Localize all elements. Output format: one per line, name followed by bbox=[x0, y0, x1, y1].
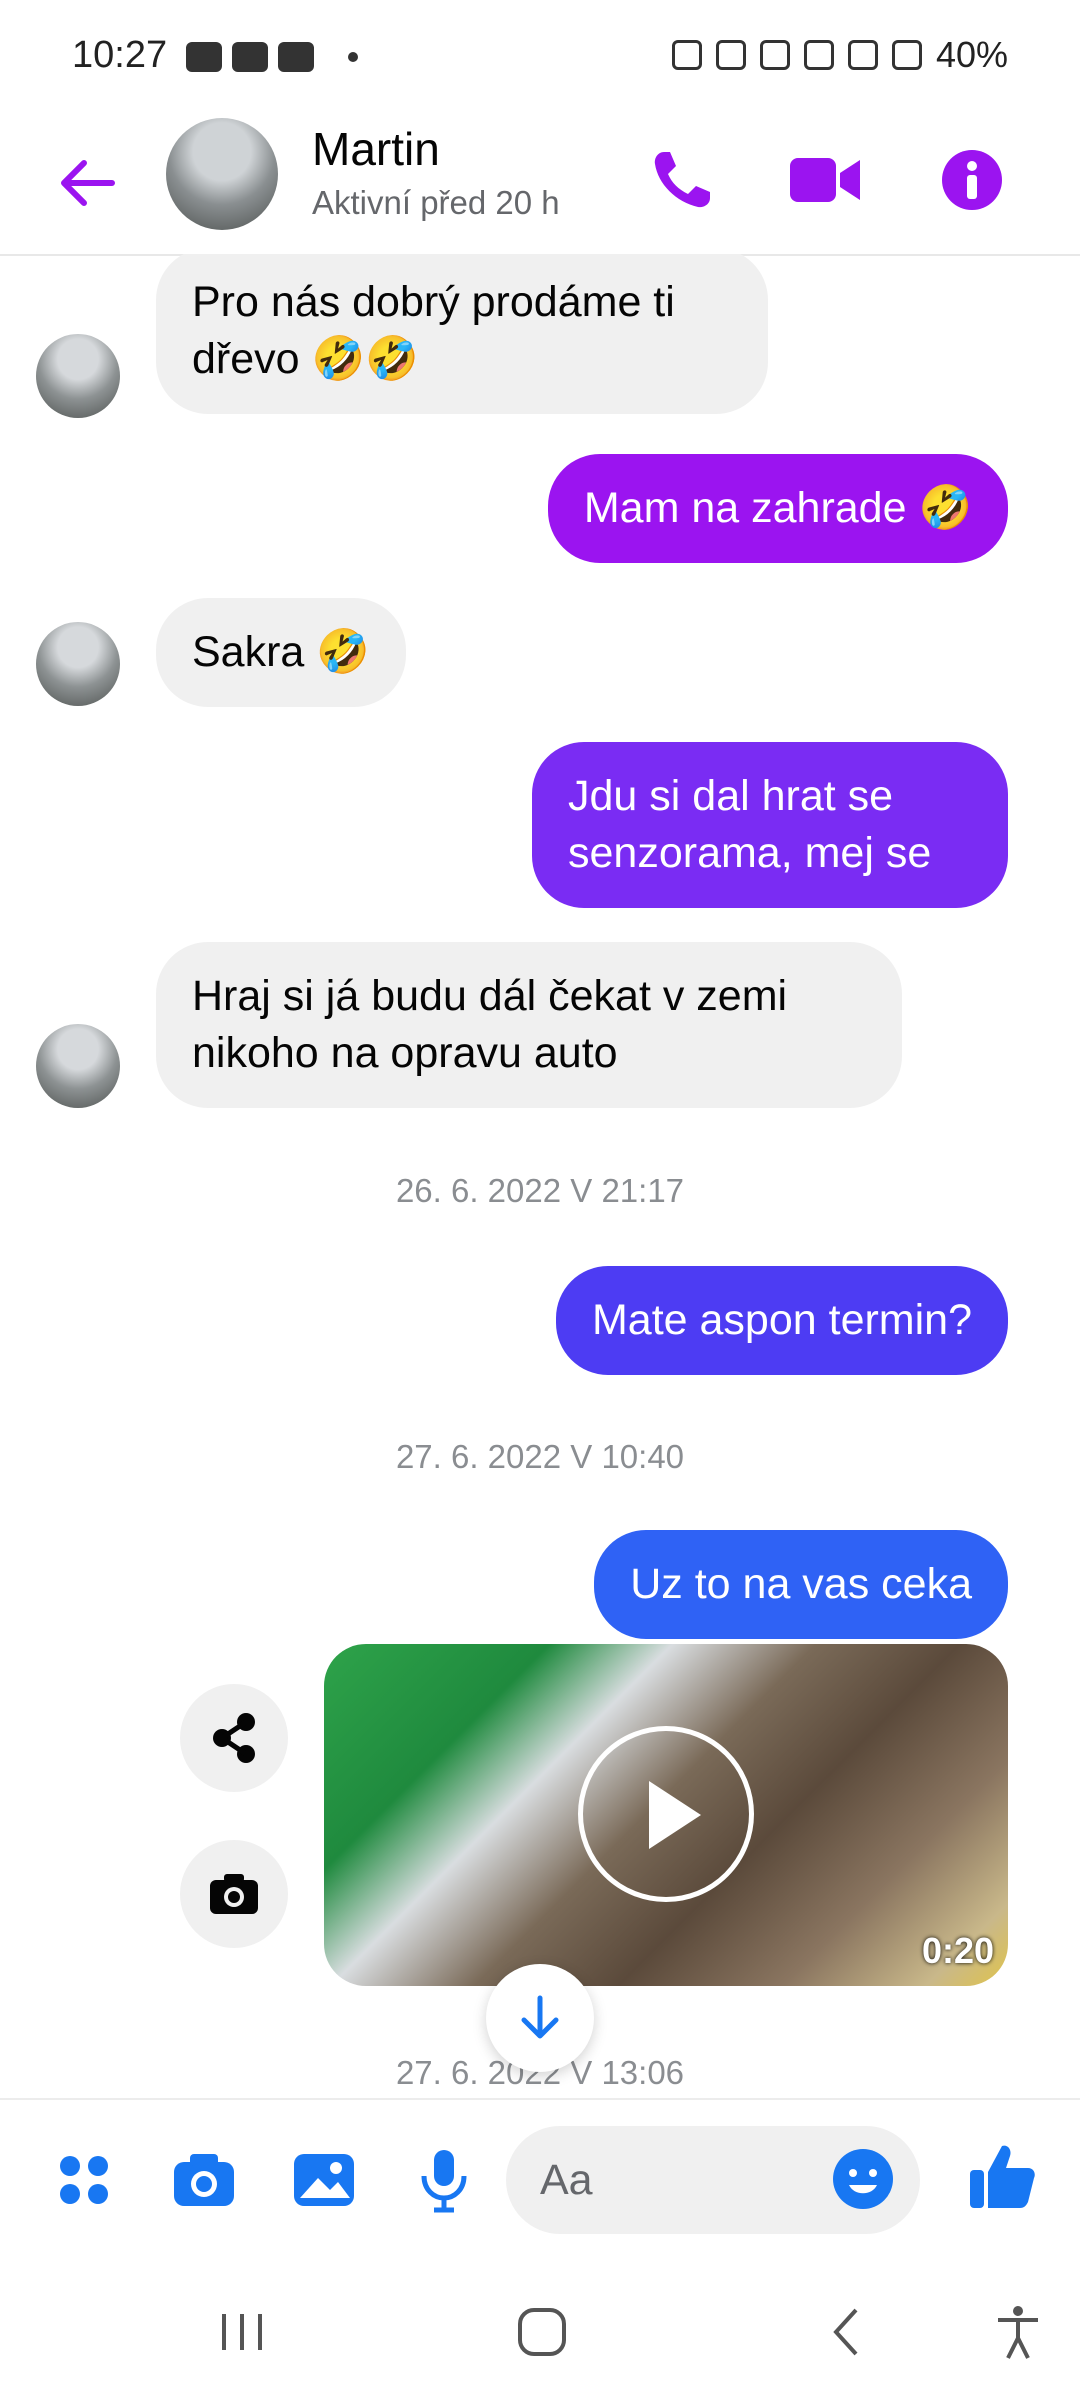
gallery-icon[interactable] bbox=[288, 2144, 360, 2216]
bluetooth-icon bbox=[803, 40, 834, 70]
info-icon[interactable] bbox=[932, 140, 1012, 220]
play-icon[interactable] bbox=[578, 1726, 754, 1902]
battery-saver-icon bbox=[715, 40, 746, 70]
contact-avatar[interactable] bbox=[166, 118, 278, 230]
signal-icon bbox=[891, 40, 922, 70]
notification-icons bbox=[186, 42, 358, 72]
timestamp-divider: 27. 6. 2022 V 10:40 bbox=[395, 1438, 685, 1475]
contact-active-status: Aktivní před 20 h bbox=[312, 184, 560, 221]
home-icon[interactable] bbox=[512, 2302, 572, 2362]
outgoing-message[interactable]: Uz to na vas ceka bbox=[594, 1530, 1008, 1639]
system-navigation-bar bbox=[0, 2258, 1080, 2400]
message-composer: Aa bbox=[0, 2098, 1080, 2260]
sender-avatar bbox=[36, 622, 120, 706]
vpn-key-icon bbox=[671, 40, 702, 70]
outgoing-message[interactable]: Jdu si dal hrat se senzorama, mej se bbox=[532, 742, 1008, 908]
incoming-message[interactable]: Pro nás dobrý prodáme ti dřevo 🤣🤣 bbox=[156, 254, 768, 414]
sender-avatar bbox=[36, 334, 120, 418]
outgoing-message[interactable]: Mam na zahrade 🤣 bbox=[547, 454, 1008, 563]
wifi-icon bbox=[847, 40, 878, 70]
timestamp-divider: 26. 6. 2022 V 21:17 bbox=[395, 1172, 685, 1209]
microphone-icon[interactable] bbox=[408, 2144, 480, 2216]
accessibility-icon[interactable] bbox=[988, 2302, 1048, 2362]
message-list[interactable]: Pro nás dobrý prodáme ti dřevo 🤣🤣 Mam na… bbox=[0, 254, 1080, 2094]
apps-menu-icon[interactable] bbox=[48, 2144, 120, 2216]
video-call-icon[interactable] bbox=[786, 140, 866, 220]
like-thumbs-up-icon[interactable] bbox=[964, 2138, 1040, 2214]
gallery-notification-icon bbox=[186, 42, 222, 72]
youtube-notification-icon bbox=[232, 42, 268, 72]
message-input-placeholder: Aa bbox=[540, 2156, 593, 2204]
arrow-down-icon bbox=[521, 1995, 559, 2039]
chat-header: Martin Aktivní před 20 h bbox=[0, 112, 1080, 256]
video-attachment[interactable]: 0:20 bbox=[324, 1644, 1008, 1986]
back-arrow-icon[interactable] bbox=[52, 148, 122, 218]
alarm-icon bbox=[759, 40, 790, 70]
emoji-icon[interactable] bbox=[830, 2146, 896, 2212]
incoming-message[interactable]: Sakra 🤣 bbox=[156, 598, 406, 707]
outgoing-message[interactable]: Mate aspon termin? bbox=[555, 1266, 1008, 1375]
more-notifications-icon bbox=[348, 52, 358, 62]
status-time: 10:27 bbox=[72, 34, 168, 76]
message-input[interactable]: Aa bbox=[506, 2126, 920, 2234]
camera-icon bbox=[210, 1874, 258, 1914]
phone-call-icon[interactable] bbox=[642, 140, 722, 220]
camera-effects-button[interactable] bbox=[180, 1840, 288, 1948]
contact-name[interactable]: Martin bbox=[312, 122, 440, 176]
sender-avatar bbox=[36, 1024, 120, 1108]
status-bar: 10:27 40% bbox=[0, 0, 1080, 120]
share-icon bbox=[213, 1713, 255, 1763]
share-button[interactable] bbox=[180, 1684, 288, 1792]
camera-icon[interactable] bbox=[168, 2144, 240, 2216]
youtube-notification-icon bbox=[278, 42, 314, 72]
incoming-message[interactable]: Hraj si já budu dál čekat v zemi nikoho … bbox=[156, 942, 902, 1108]
video-duration: 0:20 bbox=[921, 1930, 994, 1971]
system-icons: 40% bbox=[671, 34, 1008, 76]
scroll-to-bottom-button[interactable] bbox=[486, 1964, 594, 2072]
back-icon[interactable] bbox=[818, 2302, 878, 2362]
recent-apps-icon[interactable] bbox=[212, 2302, 272, 2362]
battery-percent: 40% bbox=[935, 34, 1008, 75]
